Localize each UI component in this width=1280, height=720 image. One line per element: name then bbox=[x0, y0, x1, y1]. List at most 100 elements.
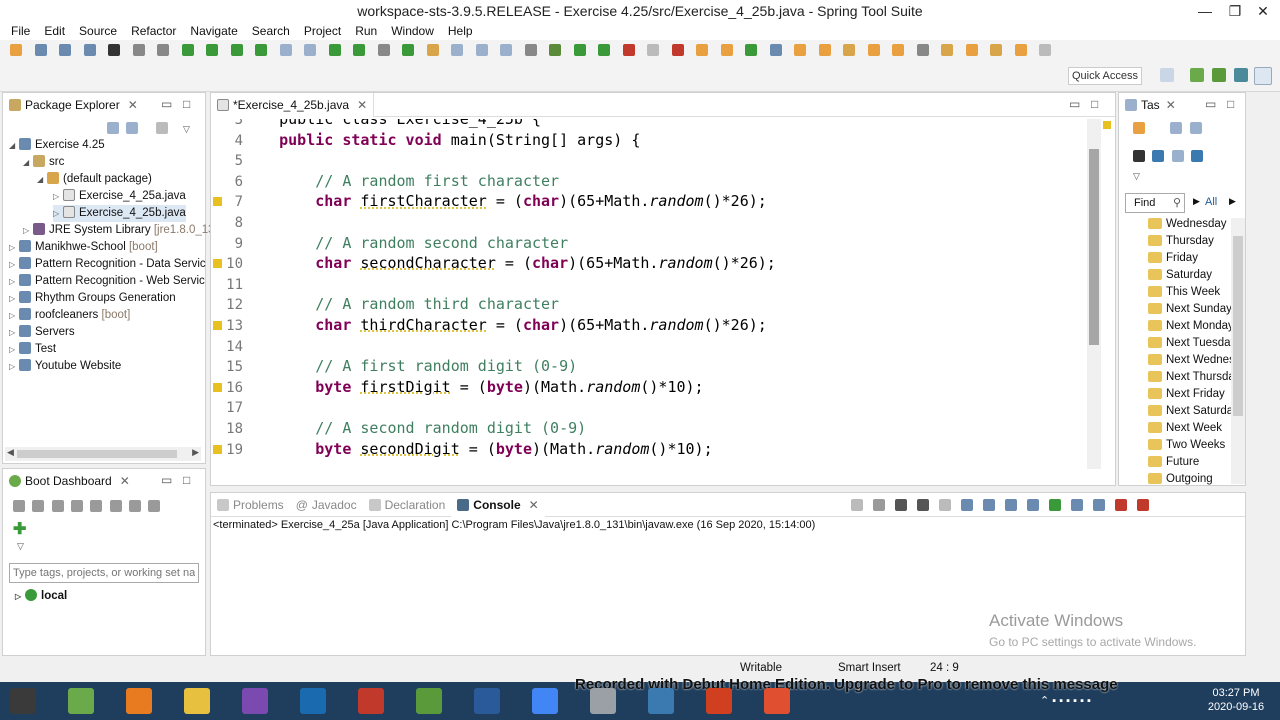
tree-project-item[interactable]: ▷ Rhythm Groups Generation bbox=[9, 290, 176, 307]
stop-icon[interactable] bbox=[71, 500, 84, 512]
toolbar-button-icon[interactable] bbox=[206, 44, 218, 56]
task-schedule-item[interactable]: Next Tuesday bbox=[1148, 335, 1236, 352]
maximize-icon[interactable]: □ bbox=[1091, 97, 1098, 111]
perspective-open-icon[interactable] bbox=[1160, 68, 1174, 82]
menu-help[interactable]: Help bbox=[441, 22, 480, 40]
minimize-icon[interactable]: ▭ bbox=[1205, 97, 1216, 111]
toolbar-button-icon[interactable] bbox=[426, 44, 439, 56]
toolbar-button-icon[interactable] bbox=[108, 44, 120, 56]
warning-icon[interactable] bbox=[213, 197, 222, 207]
perspective-boot-icon[interactable] bbox=[1254, 67, 1272, 85]
console-tool-icon[interactable] bbox=[851, 499, 863, 511]
menu-source[interactable]: Source bbox=[72, 22, 124, 40]
console-tool-icon[interactable] bbox=[939, 499, 951, 511]
collapse-all-icon[interactable] bbox=[107, 122, 119, 134]
tree-default-package[interactable]: ◢ (default package) bbox=[37, 171, 152, 188]
toolbar-button-icon[interactable] bbox=[843, 44, 855, 56]
taskbar-app-icon[interactable] bbox=[764, 688, 790, 714]
tree-project-item[interactable]: ▷ roofcleaners [boot] bbox=[9, 307, 130, 324]
taskbar-app-icon[interactable] bbox=[416, 688, 442, 714]
editor-tab[interactable]: *Exercise_4_25b.java ✕ bbox=[211, 92, 375, 117]
toolbar-button-icon[interactable] bbox=[745, 44, 757, 56]
toolbar-button-icon[interactable] bbox=[475, 44, 488, 56]
toolbar-button-icon[interactable] bbox=[573, 44, 586, 56]
toolbar-button-icon[interactable] bbox=[34, 44, 47, 56]
scrollbar-thumb[interactable] bbox=[17, 450, 177, 458]
scroll-right-icon[interactable]: ▶ bbox=[192, 447, 199, 458]
tree-project-item[interactable]: ▷ Pattern Recognition - Web Servic bbox=[9, 273, 205, 290]
menu-refactor[interactable]: Refactor bbox=[124, 22, 183, 40]
console-tool-icon[interactable] bbox=[1093, 499, 1105, 511]
code-line[interactable]: 5 bbox=[211, 150, 243, 171]
tree-project-exercise[interactable]: ◢ Exercise 4.25 bbox=[9, 137, 105, 154]
task-schedule-item[interactable]: Next Friday bbox=[1148, 386, 1236, 403]
find-input[interactable]: Find ⚲ bbox=[1125, 193, 1185, 213]
console-tool-icon[interactable] bbox=[1115, 499, 1127, 511]
clock[interactable]: 03:27 PM 2020-09-16 bbox=[1196, 686, 1276, 714]
taskbar-app-icon[interactable] bbox=[242, 688, 268, 714]
code-line[interactable]: 15 // A first random digit (0-9) bbox=[211, 356, 577, 377]
view-menu-icon[interactable]: ▽ bbox=[17, 541, 24, 552]
menu-search[interactable]: Search bbox=[245, 22, 297, 40]
code-line[interactable]: 13 char thirdCharacter = (char)(65+Math.… bbox=[211, 315, 767, 336]
toolbar-button-icon[interactable] bbox=[157, 44, 169, 56]
start-icon[interactable] bbox=[13, 500, 25, 512]
console-tool-icon[interactable] bbox=[1027, 499, 1039, 511]
maximize-icon[interactable]: □ bbox=[183, 97, 190, 111]
toolbar-button-icon[interactable] bbox=[377, 44, 390, 56]
debug-icon[interactable] bbox=[51, 500, 64, 512]
tree-file-b[interactable]: ▷ Exercise_4_25b.java bbox=[53, 205, 186, 222]
minimize-icon[interactable]: ▭ bbox=[161, 473, 172, 487]
sync-icon[interactable] bbox=[1171, 150, 1184, 162]
taskbar-app-icon[interactable] bbox=[10, 688, 36, 714]
console-tool-icon[interactable] bbox=[1137, 499, 1149, 511]
view-menu-icon[interactable]: ▽ bbox=[183, 124, 190, 134]
task-schedule-item[interactable]: Friday bbox=[1148, 250, 1236, 267]
code-line[interactable]: 10 char secondCharacter = (char)(65+Math… bbox=[211, 253, 776, 274]
console-tool-icon[interactable] bbox=[1005, 499, 1017, 511]
toolbar-button-icon[interactable] bbox=[549, 44, 561, 56]
restore-button[interactable]: ❐ bbox=[1220, 0, 1250, 22]
close-icon[interactable]: ✕ bbox=[1166, 98, 1176, 112]
toolbar-button-icon[interactable] bbox=[916, 44, 929, 56]
toolbar-button-icon[interactable] bbox=[892, 44, 904, 56]
task-schedule-item[interactable]: Outgoing bbox=[1148, 471, 1236, 488]
scroll-left-icon[interactable]: ◀ bbox=[7, 447, 14, 458]
code-line[interactable]: 8 bbox=[211, 212, 243, 233]
toolbar-button-icon[interactable] bbox=[965, 44, 978, 56]
task-schedule-item[interactable]: Next Wednesday bbox=[1148, 352, 1236, 369]
scrollbar-thumb[interactable] bbox=[1233, 236, 1243, 416]
tab-console[interactable]: Console ✕ bbox=[451, 492, 545, 517]
code-line[interactable]: 9 // A random second character bbox=[211, 233, 569, 254]
link-editor-icon[interactable] bbox=[126, 122, 139, 134]
perspective-spring-icon[interactable] bbox=[1190, 68, 1204, 82]
task-prev-icon[interactable]: ▶ bbox=[1193, 196, 1200, 207]
code-line[interactable]: 11 bbox=[211, 274, 243, 295]
task-schedule-item[interactable]: Next Saturday bbox=[1148, 403, 1236, 420]
toolbar-button-icon[interactable] bbox=[255, 44, 267, 56]
tree-file-a[interactable]: ▷ Exercise_4_25a.java bbox=[53, 188, 186, 205]
code-line[interactable]: 12 // A random third character bbox=[211, 294, 559, 315]
tree-project-item[interactable]: ▷ Youtube Website bbox=[9, 358, 121, 375]
toolbar-button-icon[interactable] bbox=[500, 44, 512, 56]
toolbar-button-icon[interactable] bbox=[59, 44, 71, 56]
console-tool-icon[interactable] bbox=[1049, 499, 1061, 511]
toolbar-button-icon[interactable] bbox=[132, 44, 145, 56]
console-tool-icon[interactable] bbox=[961, 499, 973, 511]
taskbar-app-icon[interactable] bbox=[648, 688, 674, 714]
menu-run[interactable]: Run bbox=[348, 22, 384, 40]
toolbar-button-icon[interactable] bbox=[818, 44, 831, 56]
code-line[interactable]: 19 byte secondDigit = (byte)(Math.random… bbox=[211, 439, 713, 460]
task-schedule-item[interactable]: Saturday bbox=[1148, 267, 1236, 284]
toolbar-button-icon[interactable] bbox=[598, 44, 610, 56]
toolbar-button-icon[interactable] bbox=[524, 44, 537, 56]
toolbar-button-icon[interactable] bbox=[941, 44, 953, 56]
task-list-title[interactable]: Tas bbox=[1141, 98, 1160, 112]
horizontal-scrollbar[interactable]: ◀ ▶ bbox=[5, 447, 201, 461]
task-schedule-item[interactable]: Two Weeks bbox=[1148, 437, 1236, 454]
toolbar-button-icon[interactable] bbox=[83, 44, 96, 56]
tray-icons[interactable]: ⌃ ▪ ▪ ▪ ▪ ▪ ▪ bbox=[1040, 694, 1091, 707]
vertical-scrollbar[interactable] bbox=[1087, 119, 1101, 469]
focus-icon[interactable] bbox=[1133, 150, 1145, 162]
code-line[interactable]: 7 char firstCharacter = (char)(65+Math.r… bbox=[211, 191, 767, 212]
